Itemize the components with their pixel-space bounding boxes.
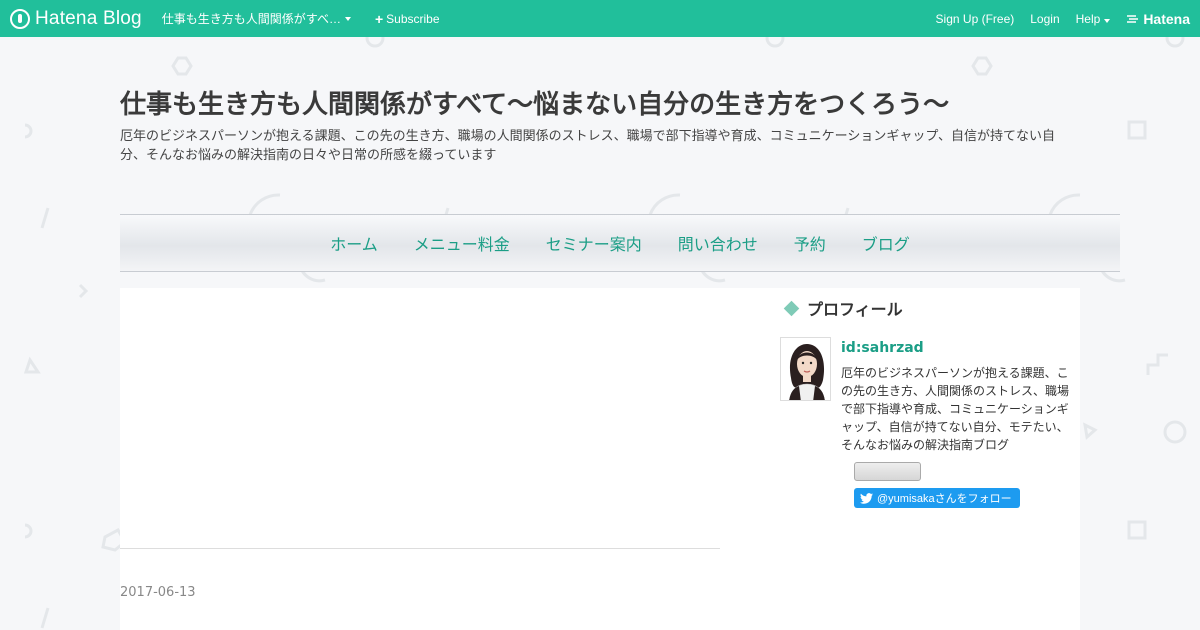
blog-name-label: 仕事も生き方も人間関係がすべ…: [161, 12, 341, 26]
hatena-bird-icon: [1127, 14, 1139, 23]
brand-text: Hatena Blog: [35, 7, 142, 29]
profile-heading-label: プロフィール: [807, 300, 903, 319]
nav-item-menu-pricing[interactable]: メニュー料金: [414, 231, 510, 255]
help-label: Help: [1075, 11, 1101, 26]
follow-button[interactable]: [854, 462, 921, 481]
nav-item-reservation[interactable]: 予約: [794, 231, 826, 255]
hatena-blog-icon: [10, 8, 30, 29]
plus-icon: +: [374, 10, 384, 27]
main-nav: ホーム メニュー料金 セミナー案内 問い合わせ 予約 ブログ: [120, 214, 1120, 272]
diamond-icon: [783, 300, 800, 316]
chevron-down-icon: [344, 16, 351, 21]
avatar-illustration-icon: [781, 338, 830, 400]
twitter-follow-button[interactable]: @yumisakaさんをフォロー: [854, 488, 1020, 508]
nav-item-contact[interactable]: 問い合わせ: [678, 231, 758, 255]
ad-area: [120, 288, 720, 548]
login-link[interactable]: Login: [1030, 12, 1059, 26]
profile-description: 厄年のビジネスパーソンが抱える課題、この先の生き方、人間関係のストレス、職場で部…: [841, 366, 1070, 452]
profile-heading: プロフィール: [783, 296, 903, 320]
twitter-bird-icon: [860, 492, 873, 504]
post-date[interactable]: 2017-06-13: [120, 585, 196, 600]
nav-item-home[interactable]: ホーム: [330, 231, 378, 255]
chevron-down-icon: [1104, 18, 1111, 23]
nav-item-seminar[interactable]: セミナー案内: [546, 231, 642, 255]
account-links: Sign Up (Free) Login Help Hatena: [920, 11, 1200, 27]
nav-item-blog[interactable]: ブログ: [862, 231, 910, 255]
global-header: Hatena Blog 仕事も生き方も人間関係がすべ… + Subscribe …: [0, 0, 1200, 37]
blog-name-dropdown[interactable]: 仕事も生き方も人間関係がすべ…: [162, 10, 351, 27]
divider: [120, 548, 720, 549]
blog-title[interactable]: 仕事も生き方も人間関係がすべて〜悩まない自分の生き方をつくろう〜: [120, 84, 1080, 121]
signup-link[interactable]: Sign Up (Free): [936, 12, 1015, 26]
help-dropdown[interactable]: Help: [1076, 12, 1111, 26]
hatena-logo[interactable]: Hatena: [1126, 11, 1190, 27]
subscribe-button[interactable]: + Subscribe: [375, 11, 440, 27]
twitter-follow-label: @yumisakaさんをフォロー: [877, 493, 1012, 505]
hatena-label: Hatena: [1143, 10, 1190, 27]
content-panel: 2017-06-13 プロフィール id:sahrzad 厄年のビジネスパーソン…: [120, 288, 1080, 630]
avatar[interactable]: [780, 337, 831, 401]
subscribe-label: Subscribe: [386, 11, 440, 26]
blog-description: 厄年のビジネスパーソンが抱える課題、この先の生き方、職場の人間関係のストレス、職…: [120, 129, 1055, 163]
hatena-blog-logo[interactable]: Hatena Blog: [10, 8, 142, 30]
profile-id-link[interactable]: id:sahrzad: [841, 340, 924, 356]
